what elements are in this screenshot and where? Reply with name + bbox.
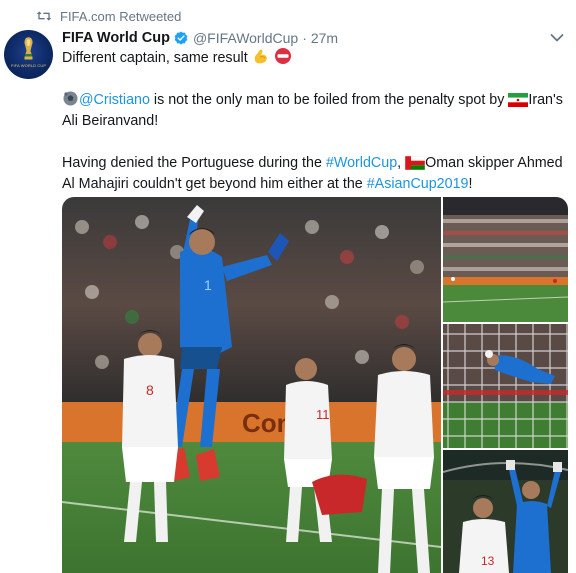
tweet-line-5-start: Al Mahajiri couldn't get beyond him eith… (62, 176, 367, 192)
timestamp[interactable]: 27m (311, 30, 338, 46)
stadium-crowd-photo (443, 197, 568, 322)
mention-cristiano[interactable]: @Cristiano (79, 92, 150, 108)
tweet-line-4-end: Oman skipper Ahmed (425, 155, 563, 171)
tweet-line-4-start: Having denied the Portuguese during the (62, 155, 326, 171)
no-entry-emoji (274, 48, 291, 64)
player-number-8: 8 (146, 382, 154, 398)
tweet-line-3: Ali Beiranvand! (62, 113, 159, 129)
soccer-ball-emoji (63, 91, 78, 106)
media-photo-main[interactable]: Conti 1 8 11 (62, 197, 441, 573)
tweet-header: FIFA World Cup @FIFAWorldCup · 27m (62, 29, 338, 47)
author-handle[interactable]: @FIFAWorldCup (193, 30, 298, 46)
flexed-biceps-emoji (254, 49, 267, 64)
tweet-text: Different captain, same result @Cristian… (62, 47, 570, 195)
hashtag-asiancup2019[interactable]: #AsianCup2019 (367, 176, 469, 192)
tweet-line-1: Different captain, same result (62, 47, 570, 69)
players-celebrating-photo: 13 (443, 450, 568, 573)
tweet-line-1-text: Different captain, same result (62, 50, 248, 66)
retweet-indicator: FIFA.com Retweeted (36, 8, 181, 24)
media-photo-bottom-right[interactable]: 13 (443, 450, 568, 573)
media-photo-top-right[interactable] (443, 197, 568, 322)
chevron-down-icon[interactable] (550, 33, 564, 43)
retweet-label[interactable]: FIFA.com Retweeted (60, 9, 181, 24)
goalkeeper-number: 1 (204, 277, 212, 293)
tweet-line-4: Having denied the Portuguese during the … (62, 153, 570, 174)
retweet-icon (36, 11, 52, 21)
hashtag-worldcup[interactable]: #WorldCup (326, 155, 397, 171)
player-number-13: 13 (481, 554, 495, 568)
tweet-line-5: Al Mahajiri couldn't get beyond him eith… (62, 174, 570, 195)
media-photo-middle-right[interactable] (443, 324, 568, 448)
fallen-player (312, 474, 367, 515)
avatar-caption: FIFA WORLD CUP (10, 63, 47, 68)
tweet-line-5-end: ! (468, 176, 473, 192)
tweet-line-2-end: Iran's (528, 92, 563, 108)
goalkeeper-diving-save-photo (443, 324, 568, 448)
verified-badge-icon (174, 31, 188, 45)
iran-flag-emoji (508, 93, 529, 107)
separator-dot: · (302, 30, 307, 46)
tweet-line-2: @Cristiano is not the only man to be foi… (62, 90, 570, 111)
oman-flag-emoji (405, 156, 426, 170)
tweet-line-4-sep: , (397, 155, 406, 171)
goalkeeper-celebrating-photo: Conti 1 8 11 (62, 197, 441, 573)
player-number-11: 11 (316, 407, 330, 422)
fifa-world-cup-logo (24, 37, 33, 60)
avatar[interactable]: FIFA WORLD CUP (4, 30, 53, 79)
media-grid: Conti 1 8 11 13 (62, 197, 568, 573)
display-name[interactable]: FIFA World Cup (62, 30, 170, 46)
tweet-line-2-text: is not the only man to be foiled from th… (149, 92, 509, 108)
